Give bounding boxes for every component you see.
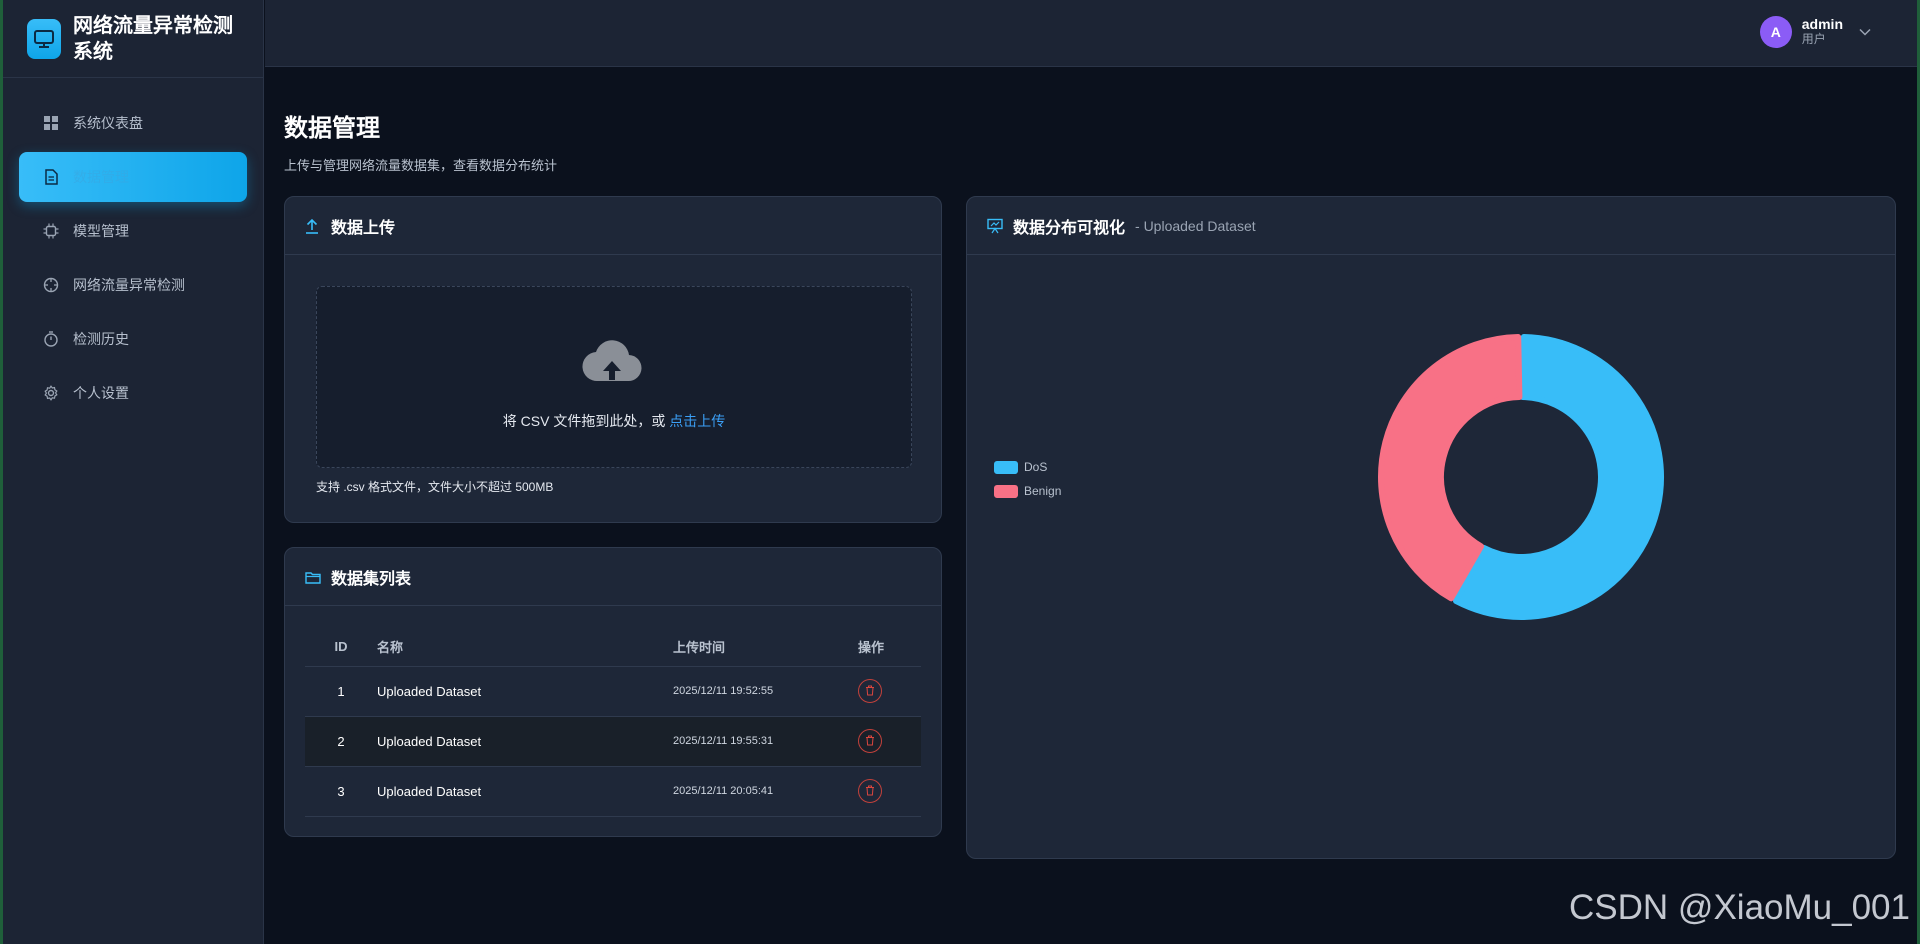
table-row[interactable]: 3 Uploaded Dataset 2025/12/11 20:05:41 xyxy=(305,766,921,817)
chart-card-header: 数据分布可视化 - Uploaded Dataset xyxy=(967,197,1895,255)
column-header-id: ID xyxy=(305,628,377,667)
cell-time: 2025/12/11 19:55:31 xyxy=(673,716,858,767)
legend-swatch xyxy=(994,484,1018,498)
sidebar-item-model-management[interactable]: 模型管理 xyxy=(19,206,247,256)
gear-icon xyxy=(43,385,59,401)
table-header-row: ID 名称 上传时间 操作 xyxy=(305,628,921,667)
dashboard-icon xyxy=(43,115,59,131)
sidebar-item-label: 个人设置 xyxy=(73,385,129,401)
sidebar-item-label: 模型管理 xyxy=(73,223,129,239)
user-info: admin 用户 xyxy=(1802,17,1843,47)
cell-id: 3 xyxy=(305,766,377,817)
sidebar-item-label: 系统仪表盘 xyxy=(73,115,143,131)
dataset-table: ID 名称 上传时间 操作 1 Uploaded Dataset 2025/12… xyxy=(305,628,921,817)
column-header-time: 上传时间 xyxy=(673,628,858,667)
table-row[interactable]: 2 Uploaded Dataset 2025/12/11 19:55:31 xyxy=(305,716,921,767)
sidebar-item-settings[interactable]: 个人设置 xyxy=(19,368,247,418)
trash-icon xyxy=(865,734,875,749)
legend-item-dos[interactable]: DoS xyxy=(994,455,1061,479)
trash-icon xyxy=(865,784,875,799)
cell-actions xyxy=(858,666,921,717)
chip-icon xyxy=(43,223,59,239)
document-icon xyxy=(43,169,59,185)
chevron-down-icon xyxy=(1859,23,1871,41)
sidebar-item-label: 数据管理 xyxy=(73,169,129,185)
upload-tip: 支持 .csv 格式文件，文件大小不超过 500MB xyxy=(316,480,554,494)
page-subtitle: 上传与管理网络流量数据集，查看数据分布统计 xyxy=(284,158,558,173)
upload-icon xyxy=(305,218,321,234)
sidebar-item-anomaly-detection[interactable]: 网络流量异常检测 xyxy=(19,260,247,310)
cell-name: Uploaded Dataset xyxy=(377,716,673,767)
distribution-chart-card: 数据分布可视化 - Uploaded Dataset DoS Benign xyxy=(966,196,1896,859)
watermark: CSDN @XiaoMu_001 xyxy=(1569,888,1910,927)
upload-card-header: 数据上传 xyxy=(285,197,941,255)
cloud-upload-icon xyxy=(582,337,642,390)
cell-actions xyxy=(858,766,921,817)
file-dropzone[interactable]: 将 CSV 文件拖到此处，或 点击上传 xyxy=(316,286,912,468)
brand-title: 网络流量异常检测系统 xyxy=(73,14,233,63)
dropzone-hint: 将 CSV 文件拖到此处，或 xyxy=(502,413,670,429)
avatar: A xyxy=(1759,16,1792,48)
user-role: 用户 xyxy=(1801,32,1826,46)
click-upload-link[interactable]: 点击上传 xyxy=(669,413,725,429)
delete-button[interactable] xyxy=(858,779,882,803)
delete-button[interactable] xyxy=(858,729,882,753)
brand: 网络流量异常检测系统 xyxy=(3,0,263,78)
legend-item-benign[interactable]: Benign xyxy=(994,479,1061,503)
upload-card: 数据上传 将 CSV 文件拖到此处，或 点击上传 支持 .csv 格式文件，文件… xyxy=(284,196,942,523)
stopwatch-icon xyxy=(43,331,59,347)
table-row[interactable]: 1 Uploaded Dataset 2025/12/11 19:52:55 xyxy=(305,666,921,717)
sidebar-item-detection-history[interactable]: 检测历史 xyxy=(19,314,247,364)
cell-actions xyxy=(858,716,921,767)
cell-name: Uploaded Dataset xyxy=(377,666,673,717)
folder-icon xyxy=(305,569,321,585)
top-bar: A admin 用户 xyxy=(265,0,1917,67)
chart-legend: DoS Benign xyxy=(994,455,1061,503)
user-name: admin xyxy=(1801,16,1843,32)
dropzone-text: 将 CSV 文件拖到此处，或 点击上传 xyxy=(317,411,911,431)
upload-card-title: 数据上传 xyxy=(331,219,396,237)
legend-label: Benign xyxy=(1024,484,1062,498)
cell-id: 2 xyxy=(305,716,377,767)
chart-card-title: 数据分布可视化 xyxy=(1013,219,1126,237)
cell-id: 1 xyxy=(305,666,377,717)
dataset-list-header: 数据集列表 xyxy=(285,548,941,606)
sidebar-item-label: 网络流量异常检测 xyxy=(73,277,185,293)
legend-label: DoS xyxy=(1024,460,1048,474)
column-header-actions: 操作 xyxy=(858,628,921,667)
cell-time: 2025/12/11 19:52:55 xyxy=(673,666,858,717)
donut-chart xyxy=(1378,334,1664,620)
sidebar-item-label: 检测历史 xyxy=(73,331,129,347)
user-menu[interactable]: A admin 用户 xyxy=(1759,16,1871,48)
dataset-list-title: 数据集列表 xyxy=(331,570,412,588)
sidebar-item-dashboard[interactable]: 系统仪表盘 xyxy=(19,98,247,148)
legend-swatch xyxy=(994,460,1018,474)
page-title: 数据管理 xyxy=(284,115,380,142)
crosshair-icon xyxy=(43,277,59,293)
presentation-chart-icon xyxy=(987,218,1003,234)
monitor-icon xyxy=(27,18,61,59)
column-header-name: 名称 xyxy=(377,628,673,667)
cell-time: 2025/12/11 20:05:41 xyxy=(673,766,858,817)
chart-card-subtitle: - Uploaded Dataset xyxy=(1135,217,1256,234)
sidebar: 网络流量异常检测系统 系统仪表盘 数据管理 模型管理 网络流量异常检测 检测历史… xyxy=(3,0,264,944)
cell-name: Uploaded Dataset xyxy=(377,766,673,817)
trash-icon xyxy=(865,684,875,699)
delete-button[interactable] xyxy=(858,679,882,703)
sidebar-item-data-management[interactable]: 数据管理 xyxy=(19,152,247,202)
sidebar-nav: 系统仪表盘 数据管理 模型管理 网络流量异常检测 检测历史 个人设置 xyxy=(3,78,263,418)
dataset-list-card: 数据集列表 ID 名称 上传时间 操作 1 Uploaded Dataset 2… xyxy=(284,547,942,837)
